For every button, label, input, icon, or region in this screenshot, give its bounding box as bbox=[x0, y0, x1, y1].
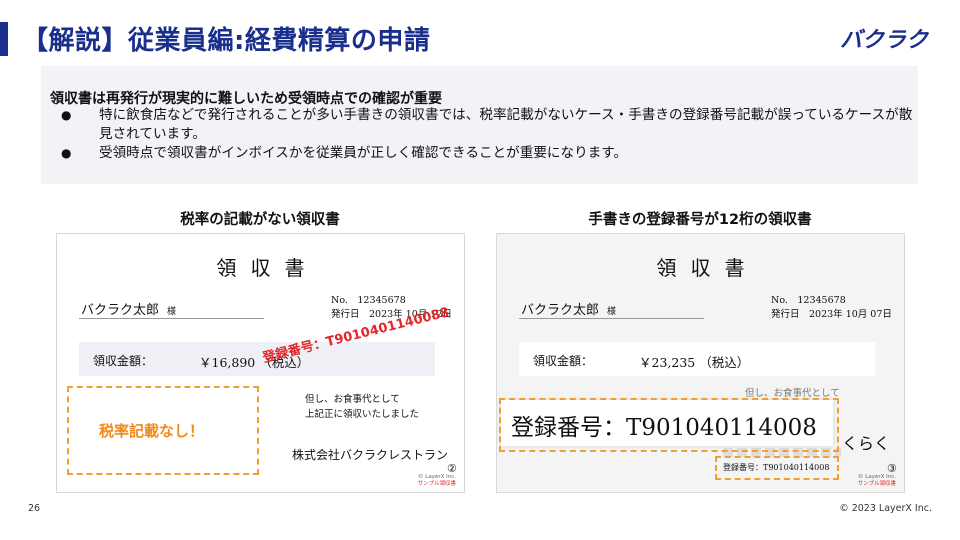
receipt-number: No. 12345678 bbox=[771, 295, 846, 306]
copyright-text: © LayerX Inc. bbox=[418, 474, 456, 480]
page-number: 26 bbox=[28, 503, 41, 514]
receipt-title: 領収書 bbox=[216, 256, 319, 280]
bullet-item: ● 特に飲食店などで発行されることが多い手書きの領収書では、税率記載がないケース… bbox=[55, 106, 915, 144]
receipt-note: 但し、お食事代として 上記正に領収いたしました bbox=[305, 392, 419, 422]
receipt-meta: No. 12345678 発行日 2023年 10月 07日 bbox=[771, 294, 892, 322]
recipient-honorific: 様 bbox=[167, 307, 177, 317]
receipt-recipient: バクラク太郎様 bbox=[81, 299, 176, 318]
note-line: 上記正に領収いたしました bbox=[305, 409, 420, 420]
recipient-name: バクラク太郎 bbox=[521, 303, 600, 318]
logo-text: バクラク bbox=[840, 28, 930, 52]
recipient-underline bbox=[519, 318, 704, 319]
enlarged-registration-highlight bbox=[499, 398, 839, 452]
small-registration-highlight bbox=[715, 456, 839, 480]
recipient-name: バクラク太郎 bbox=[81, 303, 160, 318]
partial-brand-text: くらく bbox=[842, 434, 891, 453]
sample-note: サンプル領収書 bbox=[417, 481, 456, 487]
recipient-underline bbox=[79, 318, 264, 319]
sample-note: サンプル領収書 bbox=[857, 481, 896, 487]
footer-copyright: © 2023 LayerX Inc. bbox=[839, 503, 932, 514]
receipt-copyright: © LayerX Inc. サンプル領収書 bbox=[418, 474, 456, 488]
amount-value: ￥23,235 （税込） bbox=[639, 355, 750, 370]
receipt-no-tax-rate: 領収書 バクラク太郎様 No. 12345678 発行日 2023年 10月 1… bbox=[56, 233, 465, 493]
bullet-text: 特に飲食店などで発行されることが多い手書きの領収書では、税率記載がないケース・手… bbox=[99, 107, 913, 142]
receipt-amount-box: 領収金額： ￥16,890 （税込） bbox=[79, 342, 435, 376]
amount-label: 領収金額： bbox=[533, 354, 594, 368]
right-example-caption: 手書きの登録番号が12桁の領収書 bbox=[588, 212, 812, 228]
note-line: 但し、お食事代として bbox=[305, 394, 400, 405]
title-accent-bar bbox=[0, 22, 8, 56]
tax-missing-callout: 税率記載なし！ bbox=[99, 422, 205, 440]
copyright-text: © LayerX Inc. bbox=[858, 474, 896, 480]
receipt-12-digit-registration: 領収書 バクラク太郎様 No. 12345678 発行日 2023年 10月 0… bbox=[496, 233, 905, 493]
receipt-recipient: バクラク太郎様 bbox=[521, 299, 616, 318]
summary-box: 領収書は再発行が現実的に難しいため受領時点での確認が重要 ● 特に飲食店などで発… bbox=[41, 66, 918, 184]
recipient-honorific: 様 bbox=[607, 307, 617, 317]
summary-heading: 領収書は再発行が現実的に難しいため受領時点での確認が重要 bbox=[50, 91, 442, 107]
bullet-dot: ● bbox=[61, 108, 72, 122]
left-example-caption: 税率の記載がない領収書 bbox=[180, 212, 340, 228]
slide-title: 【解説】従業員編:経費精算の申請 bbox=[22, 26, 431, 56]
bullet-text: 受領時点で領収書がインボイスかを従業員が正しく確認できることが重要になります。 bbox=[99, 145, 628, 161]
receipt-issue-date: 発行日 2023年 10月 07日 bbox=[771, 309, 892, 320]
bullet-dot: ● bbox=[61, 146, 72, 160]
bullet-item: ● 受領時点で領収書がインボイスかを従業員が正しく確認できることが重要になります… bbox=[55, 144, 915, 163]
receipt-company: 株式会社バクラクレストラン bbox=[292, 448, 449, 462]
amount-label: 領収金額： bbox=[93, 354, 154, 368]
receipt-amount-box: 領収金額： ￥23,235 （税込） bbox=[519, 342, 875, 376]
receipt-title: 領収書 bbox=[656, 256, 759, 280]
summary-bullets: ● 特に飲食店などで発行されることが多い手書きの領収書では、税率記載がないケース… bbox=[55, 106, 915, 163]
bakuraku-logo: バクラク bbox=[840, 28, 930, 52]
receipt-copyright: © LayerX Inc. サンプル領収書 bbox=[858, 474, 896, 488]
